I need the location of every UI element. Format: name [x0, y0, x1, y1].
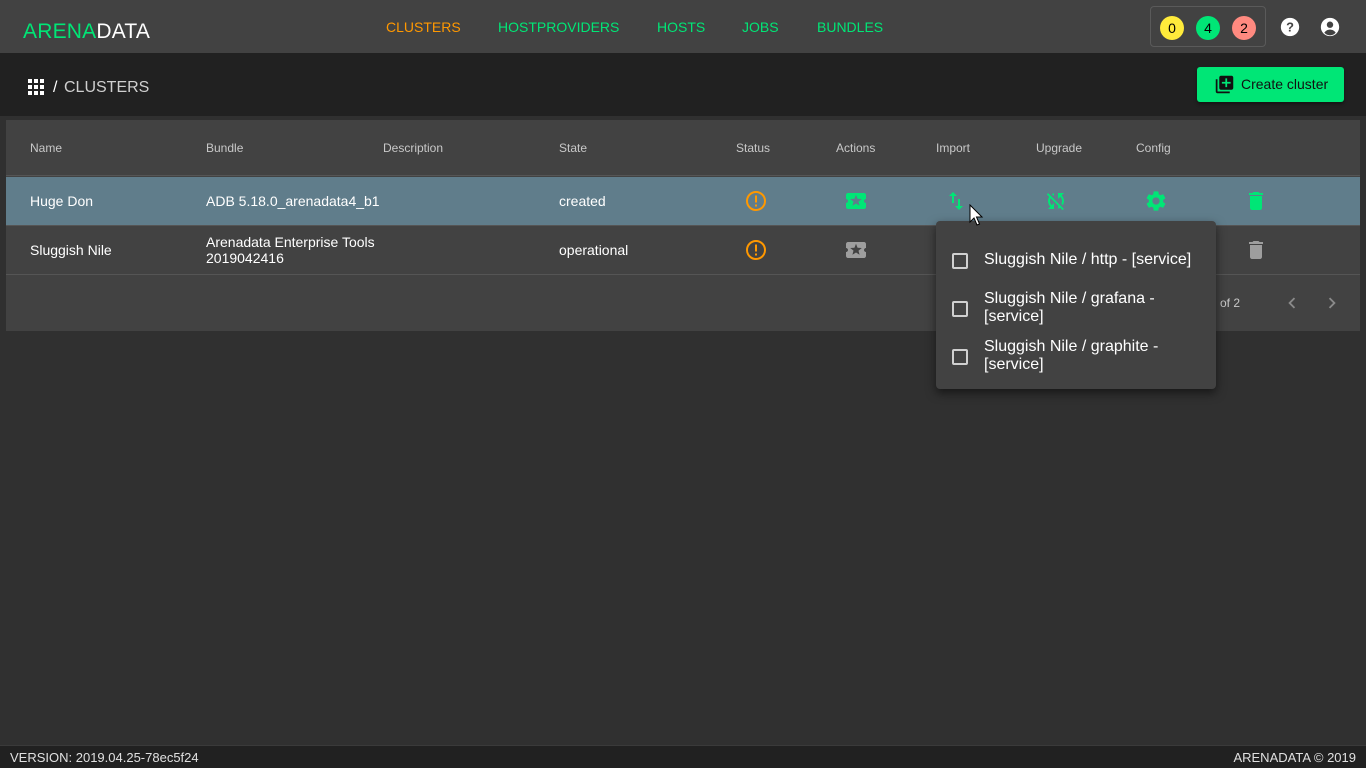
cluster-state: created [559, 193, 606, 209]
actions-ticket-icon[interactable] [844, 189, 868, 213]
counter-badge-failed[interactable]: 2 [1232, 16, 1256, 40]
import-item-label: Sluggish Nile / grafana - [service] [984, 290, 1155, 325]
column-header-bundle[interactable]: Bundle [206, 141, 243, 155]
status-warning-icon[interactable] [744, 238, 768, 262]
previous-page-icon[interactable] [1281, 292, 1303, 314]
import-menu-item-http[interactable]: Sluggish Nile / http - [service] [936, 237, 1216, 283]
upgrade-sync-disabled-icon[interactable] [1044, 189, 1068, 213]
table-row[interactable]: Huge Don ADB 5.18.0_arenadata4_b1 create… [6, 177, 1360, 226]
breadcrumb-separator: / [53, 79, 58, 96]
column-header-actions: Actions [836, 141, 876, 155]
cluster-bundle: ADB 5.18.0_arenadata4_b1 [206, 193, 380, 209]
create-cluster-button[interactable]: Create cluster [1197, 67, 1344, 102]
import-swap-icon[interactable] [944, 189, 968, 213]
logo-part-2: DATA [96, 20, 151, 43]
counter-badge-pending[interactable]: 0 [1160, 16, 1184, 40]
nav-clusters[interactable]: CLUSTERS [386, 18, 461, 36]
import-menu-item-graphite[interactable]: Sluggish Nile / graphite - [service] [936, 333, 1216, 379]
column-header-config: Config [1136, 141, 1171, 155]
import-checkbox-grafana[interactable] [952, 301, 968, 317]
counter-badge-success[interactable]: 4 [1196, 16, 1220, 40]
svg-text:?: ? [1286, 20, 1294, 35]
import-menu-item-grafana[interactable]: Sluggish Nile / grafana - [service] [936, 285, 1216, 331]
column-header-import: Import [936, 141, 971, 155]
cluster-name: Sluggish Nile [30, 242, 112, 258]
column-header-upgrade: Upgrade [1036, 141, 1083, 155]
top-navigation-bar: ARENADATA CLUSTERS HOSTPROVIDERS HOSTS J… [0, 0, 1366, 53]
help-icon[interactable]: ? [1279, 16, 1301, 38]
table-header: Name Bundle Description State Status Act… [6, 120, 1360, 176]
apps-grid-icon[interactable] [28, 79, 44, 95]
column-header-name[interactable]: Name [30, 141, 62, 155]
nav-hostproviders[interactable]: HOSTPROVIDERS [498, 18, 619, 36]
task-counters: 0 4 2 [1150, 6, 1266, 47]
cluster-bundle-version: 2019042416 [206, 250, 284, 266]
status-warning-icon[interactable] [744, 189, 768, 213]
next-page-icon[interactable] [1321, 292, 1343, 314]
create-cluster-label: Create cluster [1241, 76, 1329, 92]
breadcrumb: / CLUSTERS Create cluster [0, 53, 1366, 116]
column-header-status: Status [736, 141, 771, 155]
arenadata-logo[interactable]: ARENADATA [23, 20, 150, 44]
import-menu: Sluggish Nile / http - [service] Sluggis… [936, 221, 1216, 389]
account-icon[interactable] [1319, 16, 1341, 38]
library-add-icon [1215, 75, 1234, 94]
cluster-name: Huge Don [30, 193, 94, 209]
import-item-label: Sluggish Nile / graphite - [service] [984, 338, 1159, 373]
cluster-bundle: Arenadata Enterprise Tools [206, 234, 375, 250]
import-checkbox-http[interactable] [952, 253, 968, 269]
nav-bundles[interactable]: BUNDLES [817, 18, 883, 36]
breadcrumb-current: CLUSTERS [64, 79, 150, 96]
cluster-state: operational [559, 242, 629, 258]
copyright-label: ARENADATA © 2019 [1233, 750, 1356, 765]
config-gear-icon[interactable] [1144, 189, 1168, 213]
version-label: VERSION: 2019.04.25-78ec5f24 [10, 750, 199, 765]
column-header-state[interactable]: State [559, 141, 587, 155]
import-checkbox-graphite[interactable] [952, 349, 968, 365]
delete-icon[interactable] [1244, 189, 1268, 213]
footer: VERSION: 2019.04.25-78ec5f24 ARENADATA ©… [0, 745, 1366, 768]
mouse-cursor-icon [969, 204, 984, 226]
paginator-range-label: of 2 [1220, 296, 1241, 310]
logo-part-1: ARENA [23, 20, 97, 43]
import-item-label: Sluggish Nile / http - [service] [984, 251, 1192, 268]
nav-jobs[interactable]: JOBS [742, 18, 779, 36]
column-header-description[interactable]: Description [383, 141, 443, 155]
actions-ticket-icon[interactable] [844, 238, 868, 262]
nav-hosts[interactable]: HOSTS [657, 18, 705, 36]
delete-icon[interactable] [1244, 238, 1268, 262]
